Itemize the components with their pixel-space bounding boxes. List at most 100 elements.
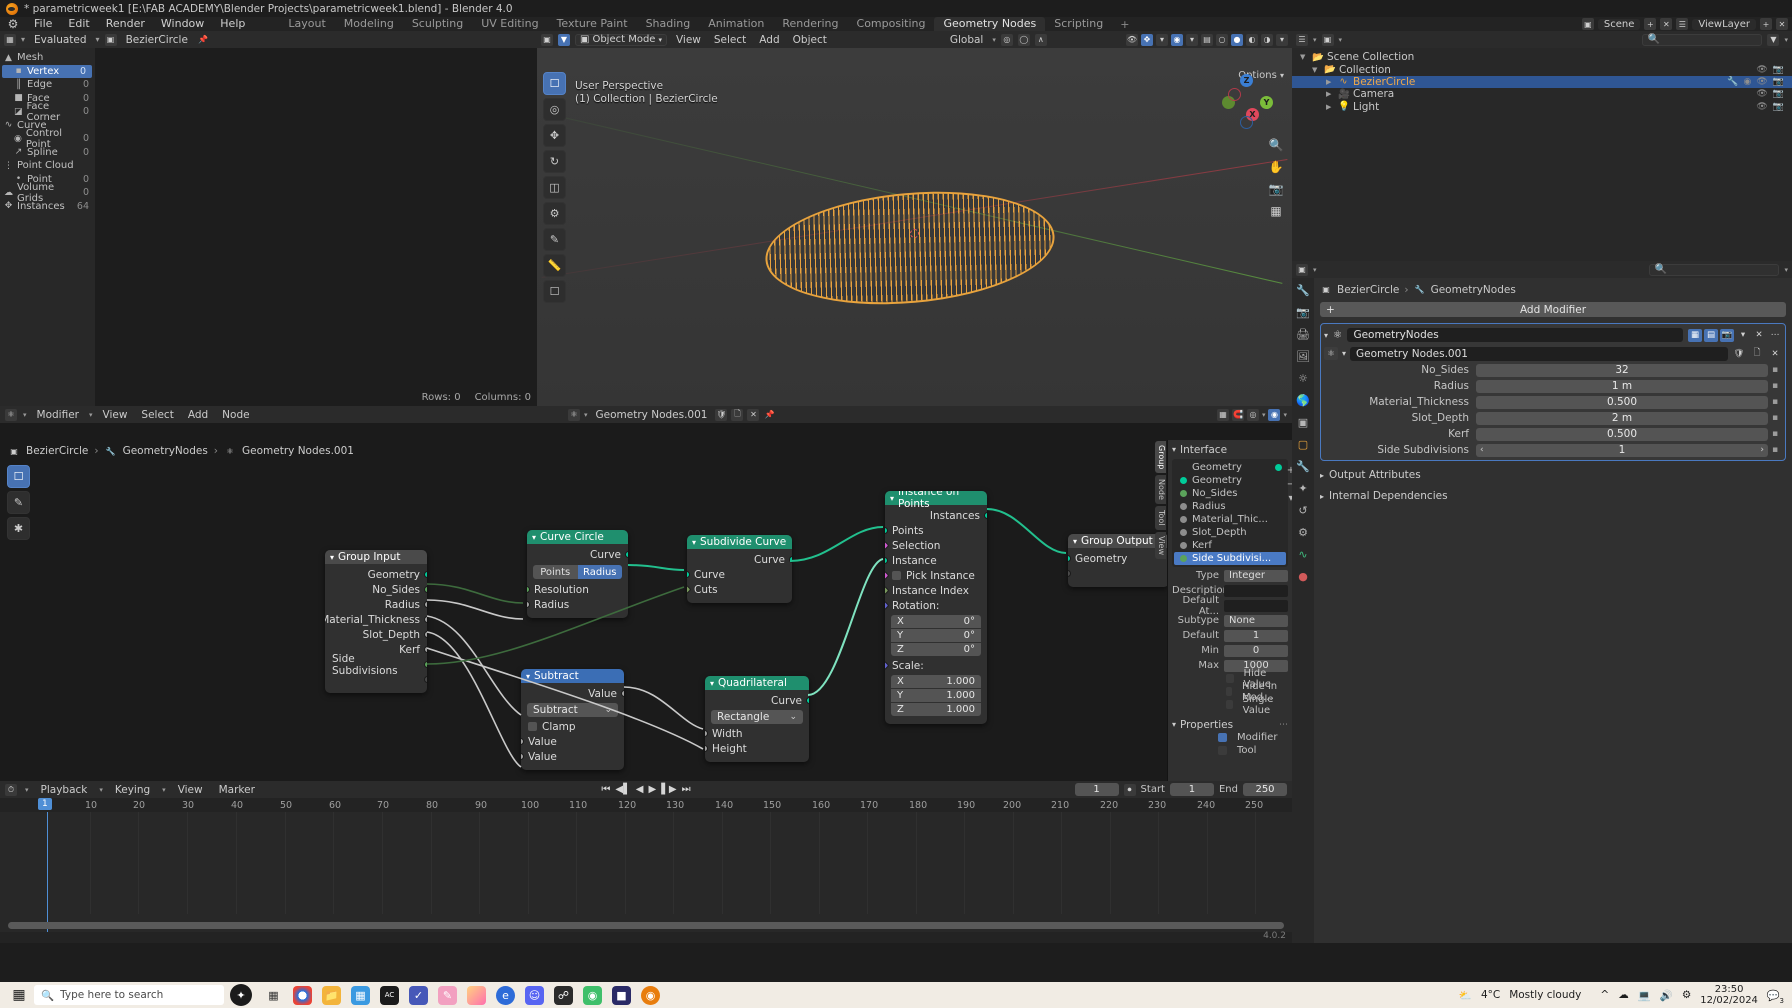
camera-view-icon[interactable]: 📷 xyxy=(1269,182,1284,196)
snapping-icon[interactable]: ◎ xyxy=(1000,33,1013,46)
beziercircle-object[interactable] xyxy=(760,180,1060,316)
material-shading-icon[interactable]: ◐ xyxy=(1246,33,1258,46)
node-editor-context-label[interactable]: Modifier xyxy=(33,409,83,421)
weather-temperature[interactable]: 4°C xyxy=(1481,989,1500,1001)
tool-checkbox[interactable] xyxy=(1218,746,1227,755)
timeline-menu-marker[interactable]: Marker xyxy=(215,784,259,796)
viewport-menu-select[interactable]: Select xyxy=(710,34,750,46)
snap-node-icon[interactable]: ▦ xyxy=(1216,408,1229,421)
realtime-display-icon[interactable]: ▤ xyxy=(1704,328,1718,342)
chevron-down-icon[interactable]: ▾ xyxy=(1339,36,1343,44)
hide-value-checkbox[interactable] xyxy=(1226,674,1234,683)
domain-vertex[interactable]: ▪ Vertex 0 xyxy=(2,64,92,78)
xray-icon[interactable]: ▤ xyxy=(1201,33,1213,46)
domain-edge[interactable]: ║ Edge 0 xyxy=(0,78,95,92)
socket-dot[interactable] xyxy=(424,571,427,578)
outliner-item-collection[interactable]: ▼ 📂 Collection 👁 📷 xyxy=(1292,63,1792,76)
timeline-playhead[interactable]: 1 xyxy=(38,798,52,932)
math-operation-select[interactable]: Subtract xyxy=(527,703,618,717)
socket-dot[interactable] xyxy=(424,586,427,593)
timeline-editor-type-icon[interactable]: ⏱ xyxy=(5,783,17,796)
modifier-checkbox[interactable] xyxy=(1218,733,1227,742)
collapse-chevron-icon[interactable]: ▾ xyxy=(330,553,334,562)
socket-dot[interactable] xyxy=(885,527,888,534)
start-frame-field[interactable]: 1 xyxy=(1169,783,1214,796)
socket-dot[interactable] xyxy=(527,601,530,608)
properties-search-input[interactable]: 🔍 xyxy=(1649,263,1780,276)
tab-layout[interactable]: Layout xyxy=(279,17,334,31)
node-output-virtual[interactable] xyxy=(325,672,427,687)
play-icon[interactable]: ▶ xyxy=(649,784,657,795)
node-output-geometry[interactable]: Geometry xyxy=(325,567,427,582)
outliner-item-scene-collection[interactable]: ▼ 📂 Scene Collection xyxy=(1292,51,1792,63)
frog-icon[interactable]: ◉ xyxy=(583,985,602,1005)
menu-edit[interactable]: Edit xyxy=(60,17,97,31)
collapse-chevron-icon[interactable]: ▾ xyxy=(710,679,714,688)
socket-dot[interactable] xyxy=(424,601,427,608)
object-tab-icon[interactable]: ▢ xyxy=(1298,438,1308,451)
outliner-filter-icon[interactable]: ▼ xyxy=(1767,33,1780,46)
outliner-row-toggles[interactable]: 🔧 ◉ 👁 📷 xyxy=(1727,77,1792,87)
scale-z-field[interactable]: Z 1.000 xyxy=(891,703,981,716)
tab-geometry-nodes[interactable]: Geometry Nodes xyxy=(934,17,1046,31)
node-input-curve[interactable]: Curve xyxy=(687,567,792,582)
tool-checkbox-row[interactable]: Tool xyxy=(1172,744,1288,757)
add-workspace-button[interactable]: + xyxy=(1112,18,1137,31)
proportional-edit-icon[interactable]: ◯ xyxy=(1017,33,1030,46)
notifications-icon[interactable]: 💬 3 xyxy=(1767,989,1784,1005)
node-input-scale[interactable]: Scale: xyxy=(885,658,987,673)
constraints-tab-icon[interactable]: ⚙ xyxy=(1298,526,1308,539)
end-frame-field[interactable]: 250 xyxy=(1243,783,1287,796)
domain-point-cloud[interactable]: ⋮ Point Cloud xyxy=(0,159,95,173)
menu-help[interactable]: Help xyxy=(212,17,253,31)
scene-tab-icon[interactable]: ☼ xyxy=(1298,372,1308,385)
blender-icon[interactable]: ◉ xyxy=(641,985,660,1005)
node-group-icon[interactable]: ⚛ xyxy=(1324,347,1338,360)
socket-dot[interactable] xyxy=(984,512,987,519)
node-header[interactable]: ▾ Subtract xyxy=(521,669,624,683)
tab-texture-paint[interactable]: Texture Paint xyxy=(548,17,637,31)
new-viewlayer-icon[interactable]: + xyxy=(1760,18,1772,30)
node-links-cut-tool[interactable]: ✱ xyxy=(7,517,30,540)
clamp-checkbox[interactable] xyxy=(528,722,537,731)
modifier-extras-chevron-icon[interactable]: ▾ xyxy=(1736,329,1750,342)
add-socket-icon[interactable]: + xyxy=(1287,465,1292,476)
teams-icon[interactable]: ✓ xyxy=(409,985,428,1005)
scale-x-field[interactable]: X 1.000 xyxy=(891,675,981,688)
spreadsheet-editor-type-icon[interactable]: ▦ xyxy=(4,33,16,46)
interface-item-output-geometry[interactable]: Geometry xyxy=(1174,461,1286,474)
data-tab-icon[interactable]: ∿ xyxy=(1298,548,1307,561)
outliner-row-toggles[interactable]: 👁 📷 xyxy=(1756,102,1792,112)
socket-dot[interactable] xyxy=(621,690,624,697)
input-value[interactable]: 32 xyxy=(1476,363,1768,377)
viewport-menu-add[interactable]: Add xyxy=(755,34,783,46)
select-box-tool[interactable]: ☐ xyxy=(543,72,566,95)
node-output-radius[interactable]: Radius xyxy=(325,597,427,612)
input-attribute-toggle-icon[interactable]: ▪ xyxy=(1768,413,1782,423)
node-output-curve[interactable]: Curve xyxy=(527,547,628,562)
start-button-icon[interactable]: ▦ xyxy=(6,987,32,1003)
chevron-down-icon[interactable]: ▾ xyxy=(992,36,996,44)
node-editor-type-icon[interactable]: ⚛ xyxy=(5,408,17,421)
viewport-editor-type-icon[interactable]: ▣ xyxy=(541,33,553,46)
rendered-shading-icon[interactable]: ◑ xyxy=(1261,33,1273,46)
subtract-node[interactable]: ▾ Subtract Value Subtract Clamp xyxy=(521,669,624,770)
add-modifier-button[interactable]: + Add Modifier xyxy=(1320,302,1786,317)
chevron-down-icon[interactable]: ▾ xyxy=(1313,266,1317,274)
render-display-icon[interactable]: 📷 xyxy=(1720,328,1734,342)
socket-dot[interactable] xyxy=(705,745,708,752)
curve-circle-mode-toggle[interactable]: Points Radius xyxy=(533,565,622,579)
chevron-down-icon[interactable]: ▾ xyxy=(1313,36,1317,44)
scale-tool[interactable]: ◫ xyxy=(543,176,566,199)
instance-on-points-node[interactable]: ▾ Instance on Points Instances Points Se… xyxy=(885,491,987,724)
node-input-width[interactable]: Width xyxy=(705,726,809,741)
store-icon[interactable]: ▦ xyxy=(351,985,370,1005)
socket-dot[interactable] xyxy=(424,661,427,668)
chrome-icon[interactable] xyxy=(293,985,312,1005)
pin-icon[interactable]: 📌 xyxy=(197,34,209,46)
modifier-checkbox-row[interactable]: Modifier xyxy=(1172,731,1288,744)
overlays-node-icon[interactable]: ◉ xyxy=(1268,408,1281,421)
transform-orientation[interactable]: Global xyxy=(946,34,988,46)
breadcrumb-node-group[interactable]: Geometry Nodes.001 xyxy=(242,445,354,457)
expand-chevron-icon[interactable]: ▾ xyxy=(1324,331,1328,340)
